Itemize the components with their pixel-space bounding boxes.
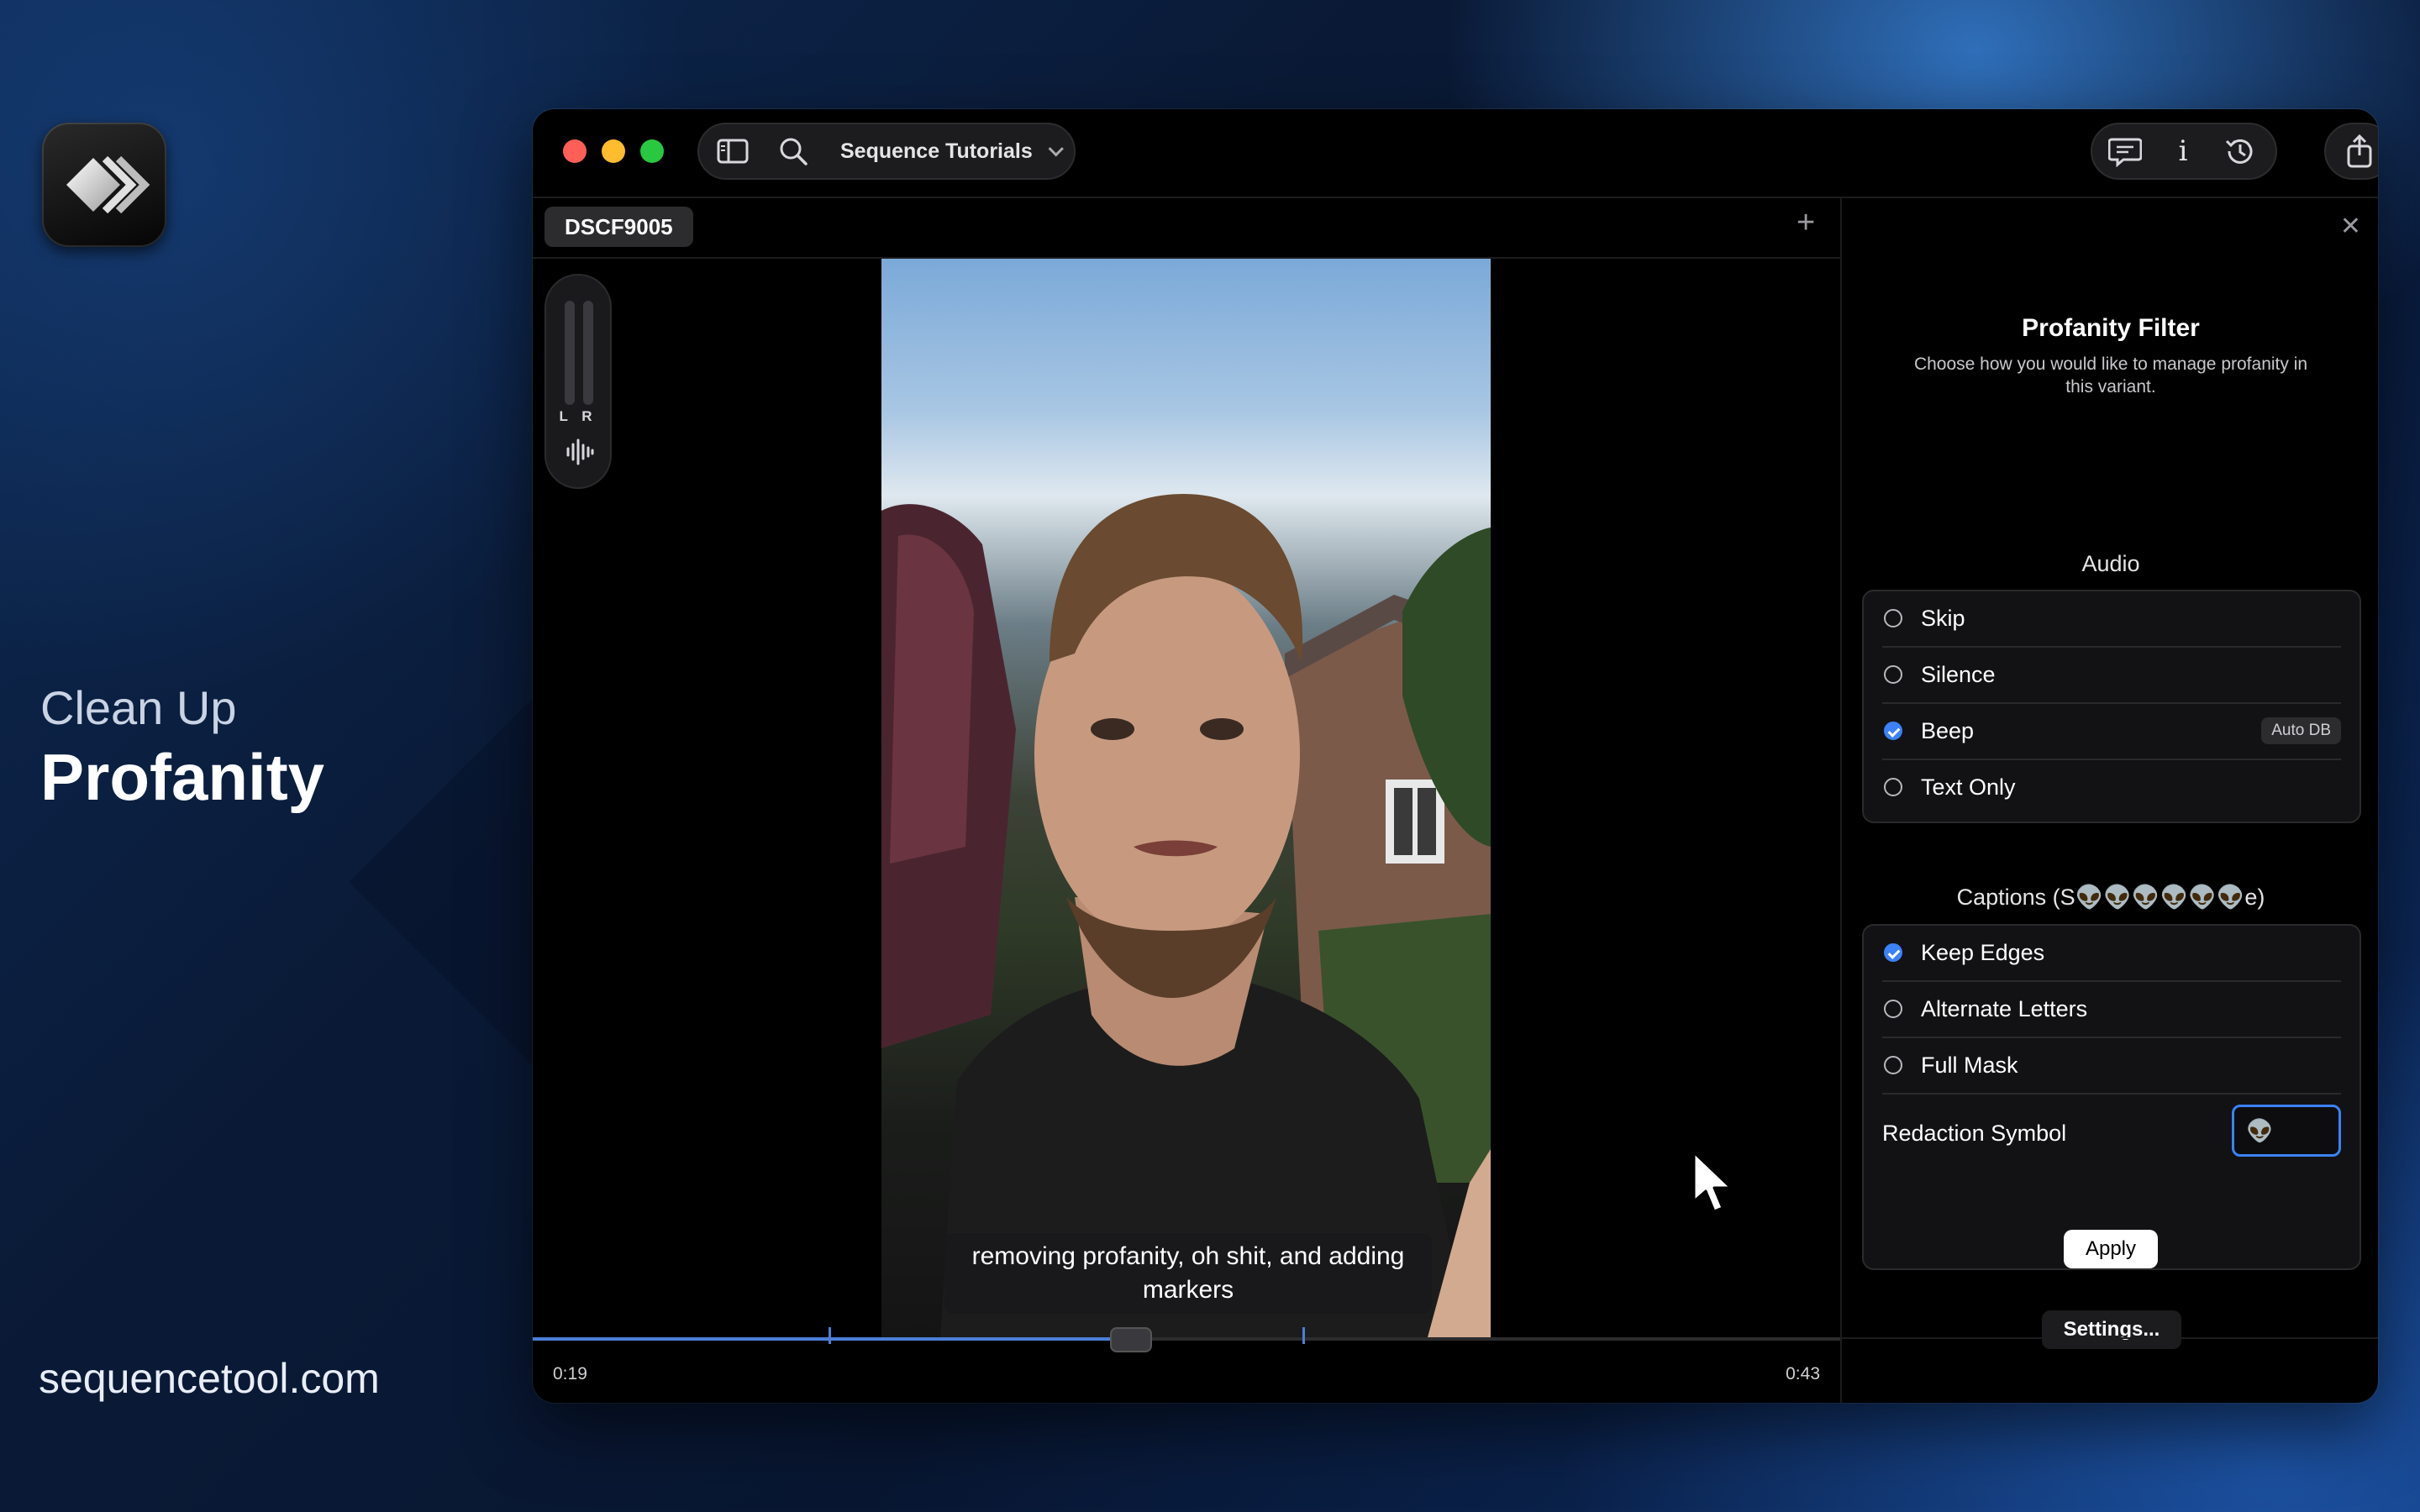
project-name-dropdown[interactable]: Sequence Tutorials: [840, 139, 1064, 164]
right-toolbar-pill: i: [2091, 123, 2277, 180]
timeline-marker[interactable]: [829, 1327, 831, 1344]
left-channel-bar: [565, 301, 575, 405]
redaction-symbol-row: Redaction Symbol 👽: [1882, 1095, 2341, 1177]
share-icon: [2339, 133, 2378, 170]
title-bar: Sequence Tutorials i: [533, 109, 2378, 198]
zoom-window-button[interactable]: [640, 139, 664, 163]
caption-option-keep-edges[interactable]: Keep Edges: [1882, 926, 2341, 982]
panel-title: Profanity Filter: [2022, 314, 2200, 342]
tagline-line1: Clean Up: [40, 681, 237, 734]
project-toolbar-pill: Sequence Tutorials: [697, 123, 1076, 180]
chevron-down-icon: [1048, 141, 1064, 157]
panel-divider: [1842, 1337, 2378, 1339]
redaction-symbol-input[interactable]: 👽: [2232, 1105, 2341, 1157]
waveform-icon[interactable]: [561, 435, 598, 469]
history-icon[interactable]: [2218, 133, 2260, 170]
option-label: Keep Edges: [1921, 940, 2045, 965]
option-label: Alternate Letters: [1921, 996, 2088, 1021]
minimize-window-button[interactable]: [602, 139, 625, 163]
audio-options-group: Skip Silence Beep Auto DB Text Only: [1862, 590, 2361, 823]
sidebar-icon[interactable]: [714, 134, 751, 168]
website-url[interactable]: sequencetool.com: [39, 1354, 380, 1403]
option-label: Full Mask: [1921, 1053, 2018, 1078]
total-duration: 0:43: [1786, 1364, 1820, 1383]
audio-option-text-only[interactable]: Text Only: [1882, 760, 2341, 815]
audio-section-title: Audio: [2081, 551, 2140, 576]
video-frame-image: [881, 494, 1491, 1337]
profanity-filter-panel: ✕ Profanity Filter Choose how you would …: [1840, 197, 2378, 1403]
tab-dscf9005[interactable]: DSCF9005: [544, 207, 693, 247]
playhead-handle[interactable]: [1110, 1327, 1152, 1352]
captions-section-title: Captions (S👽👽👽👽👽👽e): [1956, 885, 2265, 910]
caption-option-full-mask[interactable]: Full Mask: [1882, 1038, 2341, 1095]
radio-silence[interactable]: [1884, 665, 1902, 684]
captions-icon[interactable]: [2104, 133, 2146, 170]
add-tab-icon[interactable]: +: [1797, 205, 1815, 241]
timeline-marker[interactable]: [1302, 1327, 1305, 1344]
right-channel-bar: [583, 301, 593, 405]
app-window: Sequence Tutorials i DSCF9005 + L R remo…: [533, 109, 2378, 1403]
tab-bar: DSCF9005 +: [533, 197, 1840, 259]
radio-beep[interactable]: [1884, 722, 1902, 740]
option-label: Beep: [1921, 718, 1975, 743]
info-icon[interactable]: i: [2165, 133, 2202, 170]
option-label: Skip: [1921, 606, 1965, 631]
audio-option-silence[interactable]: Silence: [1882, 648, 2341, 704]
option-label: Text Only: [1921, 774, 2016, 800]
audio-meter: L R: [544, 274, 612, 489]
captions-options-group: Keep Edges Alternate Letters Full Mask R…: [1862, 924, 2361, 1270]
video-preview[interactable]: [881, 259, 1491, 1337]
close-window-button[interactable]: [563, 139, 587, 163]
radio-skip[interactable]: [1884, 609, 1902, 627]
meter-channel-label: L R: [559, 408, 597, 424]
radio-alternate-letters[interactable]: [1884, 1000, 1902, 1018]
timeline-progress: [533, 1337, 1129, 1341]
current-time: 0:19: [553, 1364, 587, 1383]
settings-button[interactable]: Settings...: [2042, 1310, 2181, 1349]
mouse-cursor-icon: [1691, 1149, 1738, 1221]
project-name: Sequence Tutorials: [840, 139, 1033, 163]
close-panel-icon[interactable]: ✕: [2340, 212, 2361, 241]
caption-overlay[interactable]: removing profanity, oh shit, and adding …: [944, 1233, 1432, 1314]
share-button[interactable]: [2324, 123, 2378, 180]
radio-keep-edges[interactable]: [1884, 943, 1902, 962]
auto-db-badge[interactable]: Auto DB: [2261, 717, 2341, 744]
caption-option-alternate-letters[interactable]: Alternate Letters: [1882, 982, 2341, 1038]
apply-button[interactable]: Apply: [2064, 1230, 2158, 1268]
audio-option-skip[interactable]: Skip: [1882, 591, 2341, 648]
search-icon[interactable]: [775, 134, 812, 168]
panel-subtitle: Choose how you would like to manage prof…: [1913, 354, 2308, 396]
radio-full-mask[interactable]: [1884, 1056, 1902, 1074]
option-label: Silence: [1921, 662, 1996, 687]
audio-option-beep[interactable]: Beep Auto DB: [1882, 704, 2341, 760]
radio-text-only[interactable]: [1884, 778, 1902, 796]
app-logo: [42, 123, 166, 247]
redaction-symbol-label: Redaction Symbol: [1882, 1121, 2067, 1146]
tagline-line2: Profanity: [40, 740, 325, 814]
timeline-scrubber[interactable]: 0:19 0:43: [533, 1327, 1840, 1403]
sequence-logo-icon: [66, 155, 150, 214]
